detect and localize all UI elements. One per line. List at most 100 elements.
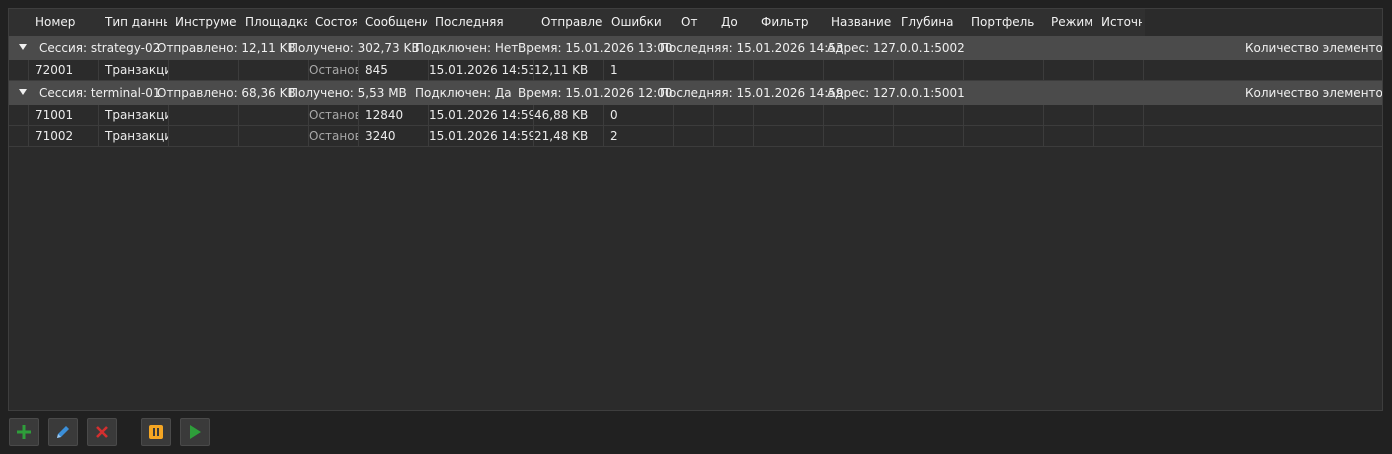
sessions-grid[interactable]: Номер Тип данных Инструмент Площадка Состоян… xyxy=(8,8,1383,411)
edit-icon xyxy=(57,426,69,438)
play-button[interactable] xyxy=(180,418,210,446)
cell-state: Остановлен xyxy=(309,60,359,80)
column-header-10[interactable]: От xyxy=(681,9,712,36)
cell-col11 xyxy=(714,60,754,80)
column-header-16[interactable]: Режим xyxy=(1051,9,1092,36)
cell-instr xyxy=(169,126,239,146)
cell-last: 15.01.2026 14:59:51 xyxy=(429,126,534,146)
cell-msgs: 845 xyxy=(359,60,429,80)
cell-instr xyxy=(169,60,239,80)
cell-col11 xyxy=(714,126,754,146)
cell-errors: 0 xyxy=(604,105,674,125)
column-header-13[interactable]: Название xyxy=(831,9,892,36)
cell-board xyxy=(239,60,309,80)
cell-sent: 21,48 KB xyxy=(534,126,604,146)
group-count: Количество элементов: 2 xyxy=(1245,86,1383,100)
column-header-6[interactable]: Сообщения xyxy=(365,9,427,36)
cell-num: 71001 xyxy=(29,105,99,125)
column-header-8[interactable]: Отправлено xyxy=(541,9,602,36)
collapse-arrow-icon[interactable] xyxy=(19,44,27,50)
cell-col12 xyxy=(754,105,824,125)
row-indent xyxy=(9,126,29,146)
pause-button[interactable] xyxy=(141,418,171,446)
column-header-3[interactable]: Инструмент xyxy=(175,9,237,36)
column-header-7[interactable]: Последняя xyxy=(435,9,532,36)
cell-col13 xyxy=(824,60,894,80)
group-sent: Отправлено: 12,11 KB xyxy=(157,41,296,55)
group-last: Последняя: 15.01.2026 14:59 xyxy=(660,86,844,100)
cell-col14 xyxy=(894,105,964,125)
group-session: Сессия: terminal-01 xyxy=(39,86,161,100)
add-button[interactable] xyxy=(9,418,39,446)
cell-col16 xyxy=(1044,60,1094,80)
cell-col15 xyxy=(964,126,1044,146)
group-count: Количество элементов: 1 xyxy=(1245,41,1383,55)
cell-state: Остановлен xyxy=(309,126,359,146)
group-received: Получено: 5,53 MB xyxy=(289,86,407,100)
cell-msgs: 12840 xyxy=(359,105,429,125)
cell-col12 xyxy=(754,126,824,146)
collapse-arrow-icon[interactable] xyxy=(19,89,27,95)
cell-num: 72001 xyxy=(29,60,99,80)
cell-col14 xyxy=(894,126,964,146)
delete-icon xyxy=(96,426,108,438)
cell-col17 xyxy=(1094,60,1144,80)
column-header-2[interactable]: Тип данных xyxy=(105,9,167,36)
cell-instr xyxy=(169,105,239,125)
row-indent xyxy=(9,105,29,125)
column-header-11[interactable]: До xyxy=(721,9,752,36)
cell-msgs: 3240 xyxy=(359,126,429,146)
column-header-12[interactable]: Фильтр xyxy=(761,9,822,36)
cell-sent: 46,88 KB xyxy=(534,105,604,125)
column-header-5[interactable]: Состояние xyxy=(315,9,357,36)
column-header-15[interactable]: Портфель xyxy=(971,9,1042,36)
group-time: Время: 15.01.2026 12:00 xyxy=(518,86,673,100)
delete-button[interactable] xyxy=(87,418,117,446)
cell-num: 71002 xyxy=(29,126,99,146)
session-group-header[interactable]: Сессия: terminal-01 Отправлено: 68,36 KB П… xyxy=(9,81,1383,105)
pause-icon xyxy=(149,425,163,439)
cell-type: Транзакции xyxy=(99,126,169,146)
cell-errors: 1 xyxy=(604,60,674,80)
play-icon xyxy=(190,425,201,439)
group-received: Получено: 302,73 KB xyxy=(289,41,420,55)
cell-col13 xyxy=(824,105,894,125)
cell-col17 xyxy=(1094,126,1144,146)
group-session: Сессия: strategy-02 xyxy=(39,41,161,55)
cell-type: Транзакции xyxy=(99,60,169,80)
column-header-14[interactable]: Глубина xyxy=(901,9,962,36)
header-empty-area xyxy=(1145,9,1382,36)
cell-col10 xyxy=(674,126,714,146)
cell-col12 xyxy=(754,60,824,80)
add-icon xyxy=(17,425,31,439)
cell-col17 xyxy=(1094,105,1144,125)
group-time: Время: 15.01.2026 13:00 xyxy=(518,41,673,55)
cell-col15 xyxy=(964,60,1044,80)
cell-col11 xyxy=(714,105,754,125)
table-row[interactable]: 71002Транзакции Остановлен324015.01.2026 … xyxy=(9,126,1382,147)
column-header-17[interactable]: Источник xyxy=(1101,9,1142,36)
group-address: Адрес: 127.0.0.1:5001 xyxy=(827,86,965,100)
table-row[interactable]: 72001Транзакции Остановлен84515.01.2026 1… xyxy=(9,60,1382,81)
edit-button[interactable] xyxy=(48,418,78,446)
session-group-header[interactable]: Сессия: strategy-02 Отправлено: 12,11 KB П… xyxy=(9,36,1383,60)
grid-header: Номер Тип данных Инструмент Площадка Состоян… xyxy=(9,9,1382,36)
row-indent xyxy=(9,60,29,80)
table-row[interactable]: 71001Транзакции Остановлен1284015.01.2026… xyxy=(9,105,1382,126)
group-connected: Подключен: Да xyxy=(415,86,512,100)
cell-last: 15.01.2026 14:53:00 xyxy=(429,60,534,80)
cell-board xyxy=(239,126,309,146)
column-header-1[interactable]: Номер xyxy=(35,9,97,36)
cell-col13 xyxy=(824,126,894,146)
column-header-4[interactable]: Площадка xyxy=(245,9,307,36)
cell-col15 xyxy=(964,105,1044,125)
group-last: Последняя: 15.01.2026 14:53 xyxy=(660,41,844,55)
cell-board xyxy=(239,105,309,125)
column-header-9[interactable]: Ошибки xyxy=(611,9,672,36)
cell-col16 xyxy=(1044,126,1094,146)
cell-col10 xyxy=(674,60,714,80)
group-sent: Отправлено: 68,36 KB xyxy=(157,86,296,100)
cell-col16 xyxy=(1044,105,1094,125)
cell-type: Транзакции xyxy=(99,105,169,125)
cell-col10 xyxy=(674,105,714,125)
